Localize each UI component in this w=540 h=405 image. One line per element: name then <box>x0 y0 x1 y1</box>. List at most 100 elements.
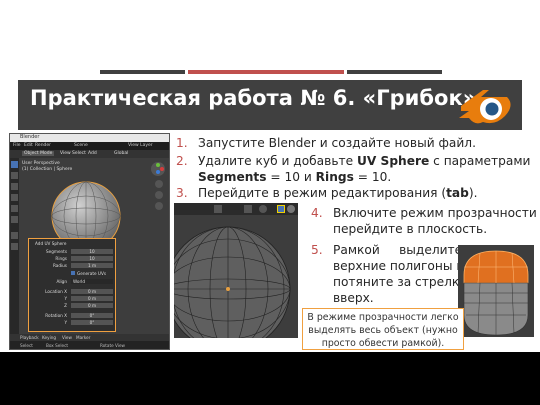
step-text: Рамкой выделите <box>333 243 463 257</box>
location-y-field[interactable]: 0 m <box>71 296 113 301</box>
tool-shelf <box>10 158 19 334</box>
timeline-bar: Playback Keying View Marker <box>10 334 169 341</box>
snap-icon[interactable] <box>214 205 222 213</box>
step-text-part: Перейдите в режим редактирования ( <box>198 186 447 200</box>
view-menu[interactable]: View <box>60 151 71 156</box>
note-line-1: В режиме прозрачности легко <box>307 312 459 323</box>
rings-field[interactable]: 10 <box>71 256 113 261</box>
overlay-icon[interactable] <box>259 205 267 213</box>
navigation-gizmo[interactable] <box>151 162 165 176</box>
field-label: Z <box>64 303 67 308</box>
align-dropdown[interactable]: World <box>71 279 113 284</box>
step-text: Segments = 10 и Rings = 10. <box>198 170 391 184</box>
zoom-icon[interactable] <box>155 180 163 188</box>
shading-solid-icon[interactable] <box>287 205 295 213</box>
mode-dropdown[interactable]: Object Mode <box>22 151 55 156</box>
field-label: Align <box>56 279 67 284</box>
global-dropdown[interactable]: Global <box>114 151 128 156</box>
menu-render[interactable]: Render <box>35 143 51 148</box>
location-z-field[interactable]: 0 m <box>71 303 113 308</box>
step-text: Удалите куб и добавьте UV Sphere с парам… <box>198 154 530 168</box>
timeline-view-menu[interactable]: View <box>62 335 72 340</box>
blender-screenshot: Blender File Edit Render Scene View Laye… <box>9 133 170 350</box>
step-text-part: ). <box>468 186 478 200</box>
bottom-bar <box>0 352 540 405</box>
radius-field[interactable]: 1 m <box>71 263 113 268</box>
menu-file[interactable]: File <box>13 143 21 148</box>
step-number: 2. <box>176 154 188 168</box>
xray-toggle-icon[interactable] <box>277 205 285 213</box>
step-number: 3. <box>176 186 188 200</box>
top-rule-1 <box>100 70 185 74</box>
rotation-y-field[interactable]: 0° <box>71 320 113 325</box>
radius-row: Radius 1 m <box>31 263 113 269</box>
generate-uvs-checkbox[interactable] <box>71 271 75 275</box>
step-text: Включите режим прозрачности и <box>333 206 540 220</box>
rotate-tool-icon[interactable] <box>11 194 18 201</box>
scale-tool-icon[interactable] <box>11 205 18 212</box>
step-text: потяните за стрелку <box>333 275 467 289</box>
step-text: верхние полигоны и <box>333 259 465 273</box>
panel-title: Add UV Sphere <box>35 241 67 246</box>
step-text-part: = 10 и <box>266 170 316 184</box>
move-tool-icon[interactable] <box>11 183 18 190</box>
location-x-field[interactable]: 0 m <box>71 289 113 294</box>
xray-sphere-mesh[interactable] <box>174 219 298 338</box>
gizmo-z-dot <box>156 170 160 174</box>
location-z-row: Z 0 m <box>31 303 113 309</box>
scene-selector[interactable]: Scene <box>74 143 88 148</box>
extruded-cap-mesh[interactable] <box>458 245 534 337</box>
camera-icon[interactable] <box>155 202 163 210</box>
annotate-tool-icon[interactable] <box>11 232 18 239</box>
view-collection-label: (1) Collection | Sphere <box>22 167 73 172</box>
select-tool-icon[interactable] <box>11 161 18 168</box>
add-menu[interactable]: Add <box>88 151 97 156</box>
page-title: Практическая работа № 6. «Грибок» <box>30 86 477 110</box>
top-rule-3 <box>347 70 442 74</box>
rotation-x-field[interactable]: 0° <box>71 313 113 318</box>
status-box-select: Box Select <box>46 343 69 348</box>
rotation-x-row: Rotation X 0° <box>31 313 113 319</box>
field-label: Location X <box>45 289 67 294</box>
select-menu[interactable]: Select <box>72 151 86 156</box>
note-line-2: выделять весь объект (нужно <box>308 325 458 336</box>
measure-tool-icon[interactable] <box>11 243 18 250</box>
rings-term: Rings <box>315 170 354 184</box>
step-text-part: = 10. <box>353 170 392 184</box>
pan-icon[interactable] <box>155 191 163 199</box>
transform-tool-icon[interactable] <box>11 216 18 223</box>
step-text: перейдите в плоскость. <box>333 222 488 236</box>
menu-edit[interactable]: Edit <box>24 143 33 148</box>
keying-menu[interactable]: Keying <box>42 335 56 340</box>
marker-menu[interactable]: Marker <box>76 335 90 340</box>
tab-key-term: tab <box>446 186 469 200</box>
step-text-part: Удалите куб и добавьте <box>198 154 357 168</box>
playback-menu[interactable]: Playback <box>20 335 39 340</box>
step-number: 5. <box>311 243 323 257</box>
step-number: 1. <box>176 136 188 150</box>
step-text: Перейдите в режим редактирования (tab). <box>198 186 478 200</box>
tip-note: В режиме прозрачности легко выделять вес… <box>302 308 464 350</box>
gizmo-toggle-icon[interactable] <box>244 205 252 213</box>
generate-uvs-row: Generate UVs <box>71 271 115 277</box>
view-perspective-label: User Perspective <box>22 161 60 166</box>
segments-row: Segments 10 <box>31 249 113 255</box>
field-label: Rotation X <box>45 313 67 318</box>
step-text-part: с параметрами <box>429 154 531 168</box>
step-text: Запустите Blender и создайте новый файл. <box>198 136 476 150</box>
align-row: Align World <box>31 279 113 285</box>
blender-header: Object Mode View Select Add Global <box>10 150 169 158</box>
checkbox-label: Generate UVs <box>77 271 106 276</box>
location-x-row: Location X 0 m <box>31 289 113 295</box>
viewport-header <box>174 203 298 215</box>
uv-sphere-term: UV Sphere <box>356 154 430 168</box>
segments-field[interactable]: 10 <box>71 249 113 254</box>
location-y-row: Y 0 m <box>31 296 113 302</box>
mushroom-cap-screenshot <box>458 245 534 337</box>
status-rotate-view: Rotate View <box>100 343 125 348</box>
view-layer-selector[interactable]: View Layer <box>128 143 153 148</box>
cursor-tool-icon[interactable] <box>11 172 18 179</box>
gizmo-y-dot <box>156 163 160 167</box>
add-uv-sphere-panel: Add UV Sphere Segments 10 Rings 10 Radiu… <box>28 238 116 332</box>
blender-menubar: File Edit Render Scene View Layer <box>10 142 169 150</box>
